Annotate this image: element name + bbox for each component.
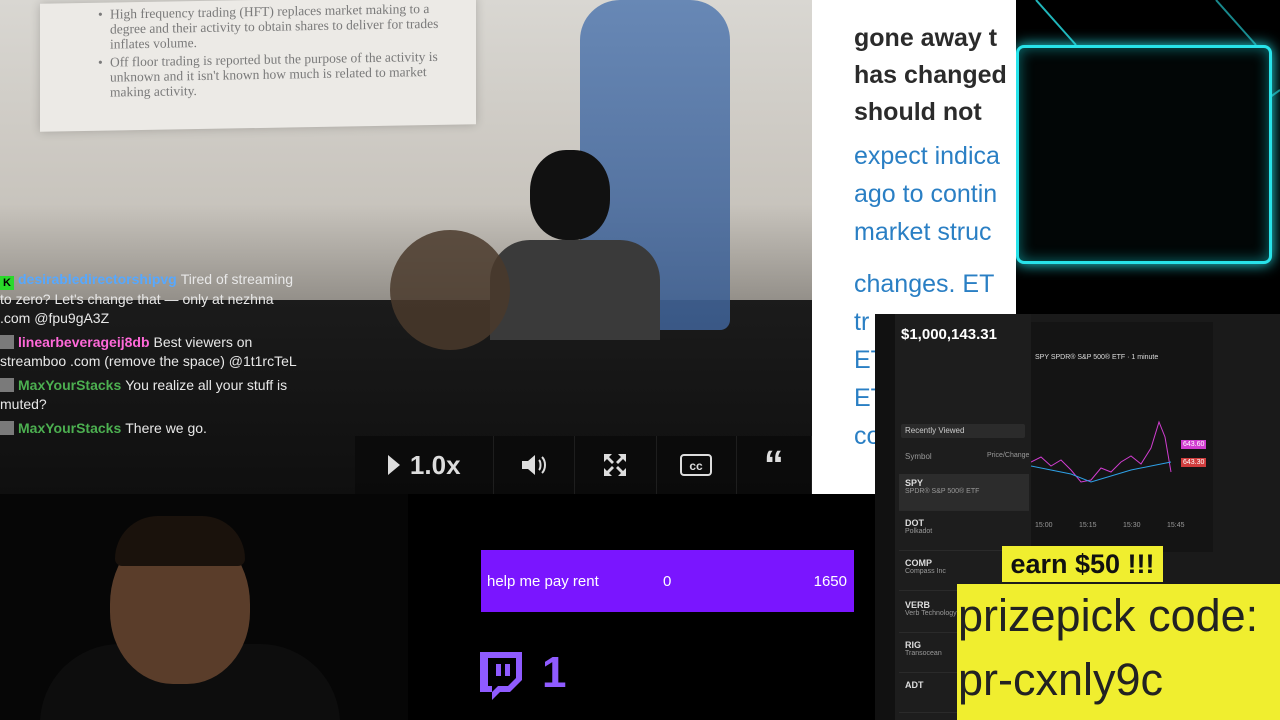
- viewer-count-value: 1: [542, 648, 567, 697]
- chat-message: Kdesirabledirectorshipvg Tired of streami…: [0, 270, 300, 328]
- captions-button[interactable]: cc: [657, 436, 737, 494]
- article-line: expect indica: [854, 142, 1000, 170]
- col-price: Price/Change %: [987, 452, 1038, 459]
- svg-text:cc: cc: [690, 459, 704, 473]
- playback-speed-button[interactable]: 1.0x: [355, 436, 495, 494]
- promo-line-1: prizepick code:: [958, 590, 1259, 641]
- neon-frame: [1016, 45, 1272, 264]
- article-line: changes. ET: [854, 270, 995, 298]
- promo-line-2: pr-cxnly9c: [958, 654, 1164, 705]
- price-low: 643.30: [1181, 458, 1207, 467]
- chat-username: MaxYourStacks: [18, 377, 122, 393]
- account-balance: $1,000,143.31: [901, 326, 997, 343]
- twitch-badge-icon: [0, 335, 14, 349]
- captions-icon: cc: [680, 454, 713, 476]
- video-controls: 1.0x cc “: [355, 436, 812, 494]
- webcam-feed: [0, 494, 408, 720]
- audience-head-2: [390, 230, 510, 350]
- watchlist-row[interactable]: SPY SPDR® S&P 500® ETF: [899, 474, 1029, 511]
- slide-bullet-1: High frequency trading (HFT) replaces ma…: [110, 1, 456, 52]
- time-axis-1: 15:00: [1035, 522, 1053, 529]
- quote-icon: “: [763, 442, 784, 487]
- audience-shoulders: [490, 240, 660, 340]
- playback-speed-label: 1.0x: [409, 449, 461, 480]
- ticker: SPY: [905, 478, 924, 488]
- ticker-name: Polkadot: [905, 528, 933, 535]
- goal-current: 0: [663, 573, 672, 590]
- twitch-logo-icon: [480, 652, 522, 700]
- recently-viewed-label: Recently Viewed: [905, 426, 965, 435]
- play-icon: [387, 455, 400, 475]
- twitch-badge-icon: [0, 378, 14, 392]
- quote-button[interactable]: “: [737, 436, 812, 494]
- article-line: ago to contin: [854, 180, 998, 208]
- chat-message: MaxYourStacks You realize all your stuff …: [0, 376, 300, 414]
- article-line: should not: [854, 98, 982, 126]
- promo-code-banner: prizepick code: pr-cxnly9c: [957, 584, 1280, 720]
- projected-slide: High frequency trading (HFT) replaces ma…: [40, 0, 476, 132]
- chat-message: linearbeverageij8db Best viewers on strea…: [0, 333, 300, 371]
- chat-username: desirabledirectorshipvg: [18, 271, 177, 287]
- volume-icon: [522, 455, 547, 475]
- goal-label: help me pay rent: [487, 573, 599, 590]
- recently-viewed-dropdown[interactable]: Recently Viewed: [901, 424, 1025, 438]
- neon-overlay: [1016, 0, 1280, 314]
- volume-button[interactable]: [494, 436, 575, 494]
- time-axis-3: 15:30: [1123, 522, 1141, 529]
- fullscreen-button[interactable]: [575, 436, 657, 494]
- audience-head: [530, 150, 610, 240]
- fullscreen-icon: [604, 454, 627, 476]
- article-line: market struc: [854, 218, 992, 246]
- time-axis-2: 15:15: [1079, 522, 1097, 529]
- trading-sidebar: [875, 314, 895, 720]
- chat-message: MaxYourStacks There we go.: [0, 419, 300, 438]
- col-symbol: Symbol: [905, 452, 932, 461]
- article-line: gone away t: [854, 24, 998, 52]
- streamer-hair: [115, 516, 245, 566]
- article-line: has changed: [854, 61, 1007, 89]
- goal-target: 1650: [813, 573, 847, 590]
- chat-text: There we go.: [125, 420, 207, 436]
- ticker: DOT: [905, 518, 924, 528]
- twitch-badge-icon: [0, 421, 14, 435]
- ticker-name: SPDR® S&P 500® ETF: [905, 488, 980, 495]
- slide-bullet-2: Off floor trading is reported but the pu…: [110, 49, 456, 100]
- chat-overlay: Kdesirabledirectorshipvg Tired of streami…: [0, 270, 300, 443]
- chat-username: linearbeverageij8db: [18, 334, 150, 350]
- kick-badge-icon: K: [0, 276, 14, 290]
- chat-username: MaxYourStacks: [18, 420, 122, 436]
- earn-banner: earn $50 !!!: [1002, 546, 1163, 582]
- donation-goal-bar: help me pay rent 0 1650: [481, 550, 854, 612]
- time-axis-4: 15:45: [1167, 522, 1185, 529]
- price-high: 643.60: [1181, 440, 1207, 449]
- article-heading: gone away t has changed should not: [854, 20, 1016, 131]
- price-chart[interactable]: SPY SPDR® S&P 500® ETF · 1 minute 643.60…: [1031, 322, 1213, 552]
- chart-title: SPY SPDR® S&P 500® ETF · 1 minute: [1035, 354, 1159, 361]
